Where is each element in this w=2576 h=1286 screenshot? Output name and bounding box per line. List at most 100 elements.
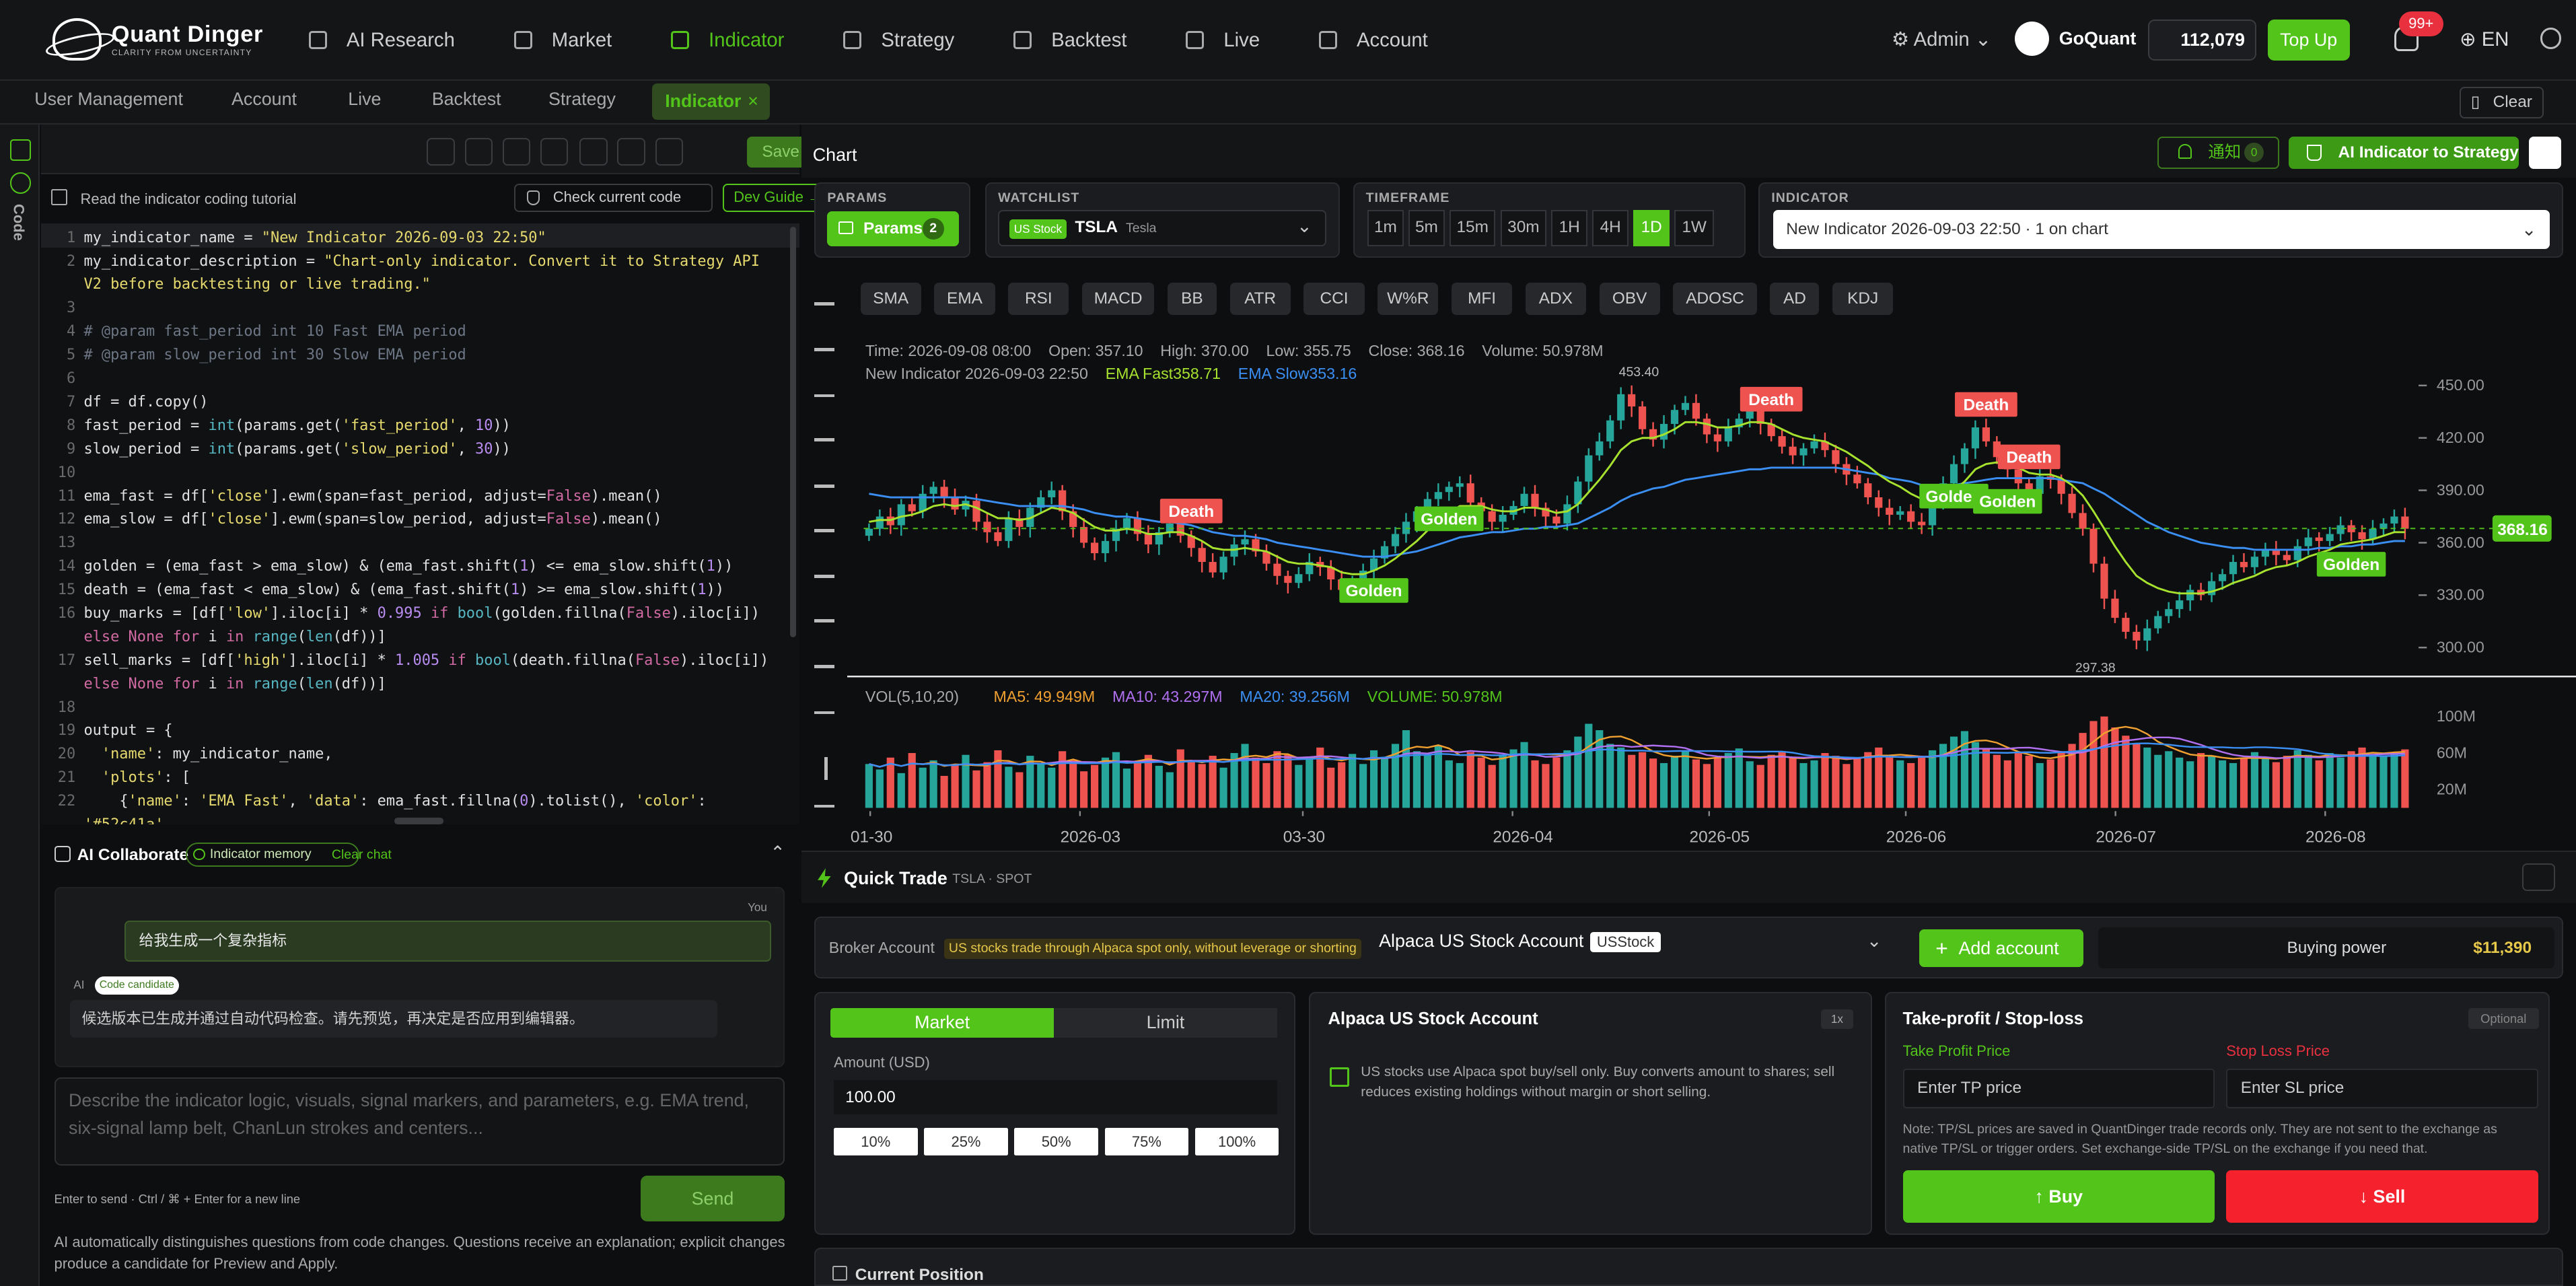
timeframe-1h[interactable]: 1H	[1551, 209, 1588, 246]
tab-backtest[interactable]: Backtest	[432, 89, 501, 110]
nav-backtest[interactable]: Backtest	[1013, 0, 1126, 81]
tab-indicator[interactable]: Indicator ×	[651, 83, 771, 120]
nav-account[interactable]: Account	[1318, 0, 1428, 81]
rectangle-icon[interactable]	[814, 665, 834, 669]
notify-button[interactable]: 通知 0	[2157, 136, 2279, 170]
nav-live[interactable]: Live	[1186, 0, 1260, 81]
code-editor[interactable]: 1 my_indicator_name = "New Indicator 2026…	[41, 223, 800, 824]
timeframe-4h[interactable]: 4H	[1592, 209, 1629, 246]
percent-button-50[interactable]: 50%	[1014, 1127, 1098, 1156]
nav-strategy[interactable]: Strategy	[843, 0, 954, 81]
indicator-button-cci[interactable]: CCI	[1303, 282, 1365, 316]
code-candidate-badge[interactable]: Code candidate	[95, 976, 179, 995]
history-icon[interactable]	[655, 137, 684, 166]
nav-ai-research[interactable]: AI Research	[308, 0, 455, 81]
check-code-button[interactable]: Check current code	[513, 184, 713, 212]
settings-icon[interactable]	[2540, 28, 2562, 50]
watchlist-select[interactable]: US Stock TSLA Tesla ⌄	[998, 209, 1327, 246]
tab-account[interactable]: Account	[231, 89, 297, 110]
parallel-lines-icon[interactable]	[814, 528, 834, 532]
balance-display[interactable]: 112,079	[2147, 20, 2256, 61]
limit-tab[interactable]: Limit	[1054, 1007, 1277, 1038]
ai-prompt-input[interactable]: Describe the indicator logic, visuals, s…	[54, 1077, 785, 1166]
ai-indicator-to-strategy-button[interactable]: AI Indicator to Strategy	[2289, 136, 2519, 170]
fib-icon[interactable]	[814, 574, 834, 578]
indicator-button-adosc[interactable]: ADOSC	[1673, 282, 1757, 316]
percent-button-75[interactable]: 75%	[1104, 1127, 1189, 1156]
indicator-button-mfi[interactable]: MFI	[1451, 282, 1513, 316]
sell-button[interactable]: ↓ Sell	[2226, 1170, 2538, 1223]
scrollbar[interactable]	[789, 226, 797, 637]
logo[interactable]: Quant Dinger CLARITY FROM UNCERTAINTY	[52, 17, 263, 61]
nav-market[interactable]: Market	[513, 0, 612, 81]
add-account-button[interactable]: + Add account	[1919, 929, 2083, 967]
send-button[interactable]: Send	[640, 1176, 785, 1222]
sl-input[interactable]: Enter SL price	[2226, 1068, 2538, 1108]
admin-menu[interactable]: ⚙ Admin ⌄	[1892, 28, 1991, 51]
text-tool-icon[interactable]	[814, 301, 834, 306]
indicator-button-wr[interactable]: W%R	[1378, 282, 1439, 316]
price-icon[interactable]	[814, 618, 834, 622]
indicator-select[interactable]: New Indicator 2026-09-03 22:50 · 1 on ch…	[1773, 209, 2550, 250]
tp-input[interactable]: Enter TP price	[1902, 1068, 2215, 1108]
clear-chat-link[interactable]: Clear chat	[332, 847, 392, 863]
vertical-line-icon[interactable]	[824, 756, 828, 780]
code-side-label[interactable]: Code	[10, 204, 28, 241]
terminal-icon[interactable]	[51, 138, 79, 166]
nav-indicator[interactable]: Indicator	[671, 0, 784, 81]
indicator-button-sma[interactable]: SMA	[860, 282, 921, 316]
indicator-button-kdj[interactable]: KDJ	[1832, 282, 1894, 316]
range-icon[interactable]	[814, 438, 834, 442]
tab-user-management[interactable]: User Management	[34, 89, 183, 110]
expand-icon[interactable]	[2528, 136, 2562, 170]
timeframe-1m[interactable]: 1m	[1367, 209, 1404, 246]
close-icon[interactable]: ×	[748, 91, 758, 111]
user-profile[interactable]: GoQuant	[2014, 21, 2137, 56]
copy-icon[interactable]	[540, 137, 569, 166]
buy-button[interactable]: ↑ Buy	[1902, 1170, 2215, 1223]
delete-icon[interactable]	[464, 137, 493, 166]
timeframe-15m[interactable]: 15m	[1450, 209, 1496, 246]
price-chart[interactable]: 450.00 420.00 390.00 360.00 330.00 300.00 100M…	[847, 328, 2576, 851]
top-up-button[interactable]: Top Up	[2267, 20, 2350, 61]
trash-icon[interactable]	[814, 804, 834, 808]
indicator-button-macd[interactable]: MACD	[1081, 282, 1155, 316]
fullscreen-icon[interactable]	[579, 137, 608, 166]
timeframe-5m[interactable]: 5m	[1408, 209, 1445, 246]
ray-icon[interactable]	[814, 394, 834, 398]
trend-icon[interactable]	[814, 711, 834, 715]
language-switch[interactable]: ⊕ EN	[2460, 28, 2509, 51]
chart-svg[interactable]: 450.00 420.00 390.00 360.00 330.00 300.00 100M…	[847, 328, 2576, 851]
info-icon[interactable]	[617, 137, 645, 166]
add-icon[interactable]	[427, 137, 455, 166]
percent-button-10[interactable]: 10%	[834, 1127, 918, 1156]
percent-button-25[interactable]: 25%	[924, 1127, 1008, 1156]
indicator-button-ad[interactable]: AD	[1770, 282, 1820, 316]
amount-input[interactable]: 100.00	[834, 1080, 1277, 1115]
chevron-down-icon[interactable]	[2521, 863, 2555, 892]
indicator-button-adx[interactable]: ADX	[1525, 282, 1586, 316]
timeframe-1w[interactable]: 1W	[1674, 209, 1714, 246]
indicator-button-atr[interactable]: ATR	[1229, 282, 1291, 316]
collapse-icon[interactable]	[9, 172, 32, 194]
tab-live[interactable]: Live	[348, 89, 381, 110]
indicator-button-ema[interactable]: EMA	[934, 282, 995, 316]
indicator-button-bb[interactable]: BB	[1167, 282, 1217, 316]
account-select[interactable]: Alpaca US Stock Account USStock ⌄	[1379, 931, 1882, 953]
params-button[interactable]: Params 2	[827, 211, 959, 246]
dev-guide-button[interactable]: Dev Guide →	[722, 184, 824, 212]
cloud-icon[interactable]	[502, 137, 531, 166]
percent-button-100[interactable]: 100%	[1194, 1127, 1279, 1156]
market-tab[interactable]: Market	[830, 1007, 1054, 1038]
tab-strategy[interactable]: Strategy	[548, 89, 616, 110]
timeframe-30m[interactable]: 30m	[1500, 209, 1547, 246]
indicator-button-rsi[interactable]: RSI	[1008, 282, 1069, 316]
clear-tabs-button[interactable]: ▯ Clear	[2460, 87, 2544, 118]
horizontal-scrollbar[interactable]	[394, 818, 443, 824]
arrow-icon[interactable]	[814, 484, 834, 488]
horizontal-line-icon[interactable]	[814, 348, 834, 352]
timeframe-1d[interactable]: 1D	[1633, 209, 1670, 246]
tutorial-link[interactable]: Read the indicator coding tutorial	[81, 190, 297, 208]
terminal-icon[interactable]	[9, 139, 32, 162]
chevron-up-icon[interactable]: ⌃	[770, 843, 785, 863]
